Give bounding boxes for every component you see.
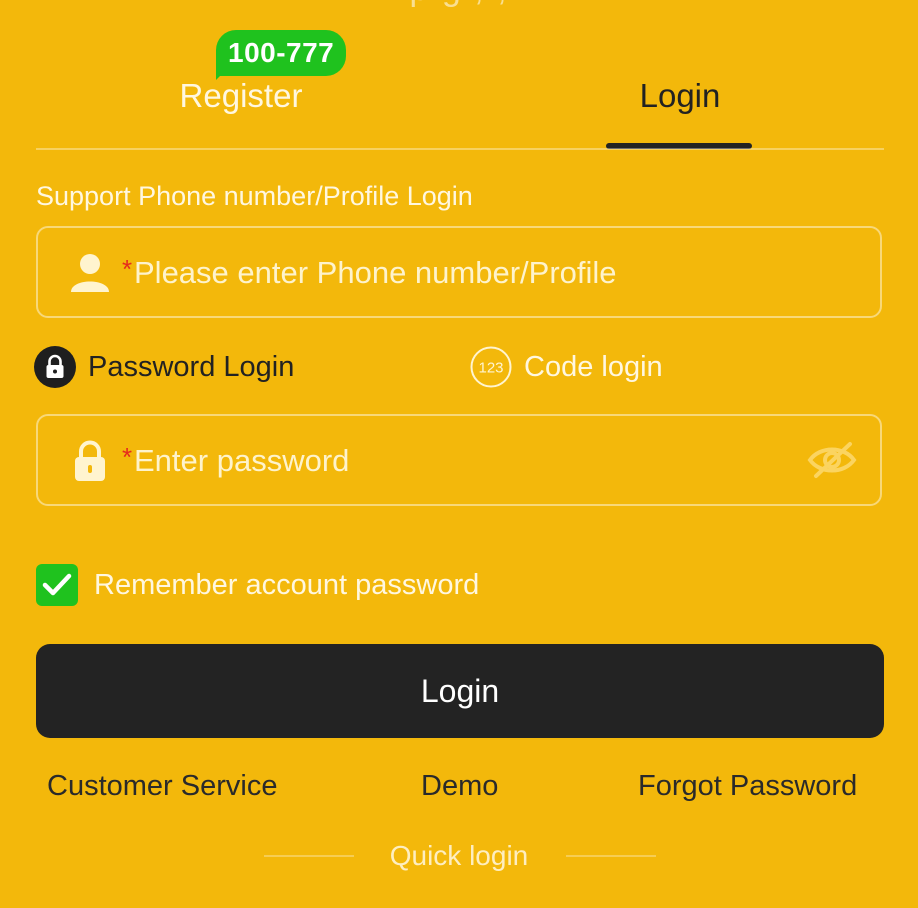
password-input[interactable] <box>134 436 774 486</box>
code-login-option[interactable]: 123 Code login <box>470 344 663 390</box>
user-icon <box>71 254 109 292</box>
padlock-icon <box>75 440 105 481</box>
quick-login-divider-right <box>566 855 656 857</box>
password-login-option[interactable]: Password Login <box>34 344 294 390</box>
phone-field: * <box>36 226 882 318</box>
login-button[interactable]: Login <box>36 644 884 738</box>
phone-input[interactable] <box>134 248 774 298</box>
customer-service-link[interactable]: Customer Service <box>47 766 277 806</box>
remember-label: Remember account password <box>94 568 480 601</box>
phone-required-mark: * <box>122 254 133 284</box>
remember-checkbox[interactable] <box>36 564 78 606</box>
checkmark-icon <box>42 573 72 596</box>
code-login-label: Code login <box>524 350 663 383</box>
tab-register[interactable]: Register <box>118 74 364 118</box>
code-123-icon: 123 <box>470 346 512 388</box>
password-required-mark: * <box>122 442 133 472</box>
quick-login-label: Quick login <box>389 840 529 871</box>
demo-link[interactable]: Demo <box>421 766 498 806</box>
code-icon-text: 123 <box>478 360 503 377</box>
eye-hidden-icon[interactable] <box>806 438 858 482</box>
support-text: Support Phone number/Profile Login <box>36 181 473 211</box>
forgot-password-link[interactable]: Forgot Password <box>638 766 857 806</box>
tabs-divider <box>36 148 884 150</box>
register-badge: 100-777 <box>216 30 347 76</box>
remember-password-toggle[interactable]: Remember account password <box>36 562 479 608</box>
password-field: * <box>36 414 882 506</box>
tab-login[interactable]: Login <box>558 74 802 118</box>
lock-icon <box>34 346 76 388</box>
password-login-label: Password Login <box>88 350 295 383</box>
top-cropped-text: p g , , <box>0 0 918 10</box>
